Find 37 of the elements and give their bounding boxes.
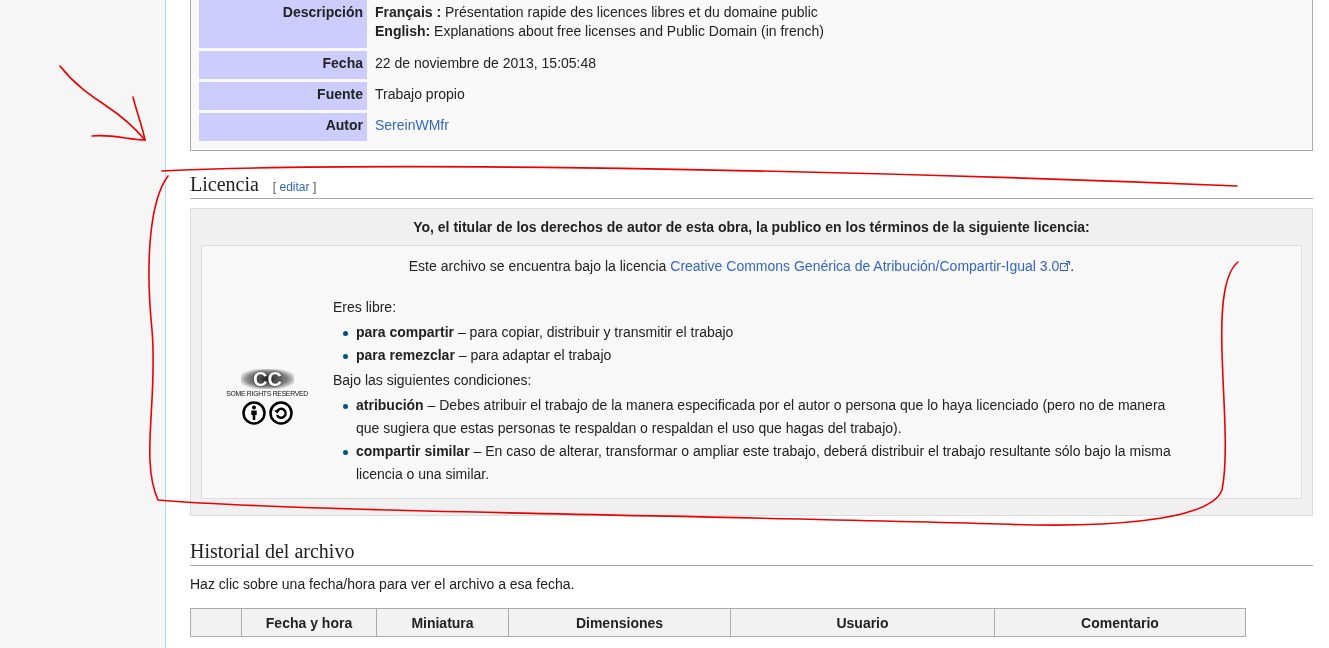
field-value: Trabajo propio [375, 85, 466, 104]
history-hint: Haz clic sobre una fecha/hora para ver el archivo a esa fecha. [190, 576, 576, 592]
conditions-intro: Bajo las siguientes condiciones: [333, 371, 533, 390]
field-value: 22 de noviembre de 2013, 15:05:48 [375, 54, 598, 73]
field-label: Fecha [199, 51, 367, 79]
freedoms-intro: Eres libre: [333, 298, 398, 317]
freedom-item: para remezclar – para adaptar el trabajo [356, 346, 612, 365]
condition-item: compartir similar – En caso de alterar, transformar o ampliar este trabajo, deberá distribuir el trabajo resultante sólo bajo la misma licencia o una similar. [356, 442, 1172, 484]
bullet-icon [343, 450, 348, 455]
table-header-cell: Usuario [730, 608, 995, 637]
section-heading: Historial del archivo [190, 540, 355, 563]
freedom-item: para compartir – para copiar, distribuir y transmitir el trabajo [356, 323, 734, 342]
field-value: English: Explanations about free licenses and Public Domain (in french) [375, 22, 824, 41]
table-header-cell: Comentario [994, 608, 1246, 637]
table-header-cell: Dimensiones [508, 608, 731, 637]
field-label: Fuente [199, 82, 367, 110]
bullet-icon [343, 331, 348, 336]
field-label: Descripción [199, 0, 367, 48]
table-header-cell: Fecha y hora [241, 608, 377, 637]
condition-item: atribución – Debes atribuir el trabajo de la manera especificada por el autor o persona que lo haya licenciado (pero no de manera que sugiera que estas personas te respaldan o respaldan el uso que hagas del trabajo). [356, 396, 1167, 438]
edit-link[interactable]: editar [279, 180, 310, 194]
license-link[interactable]: Creative Commons Genérica de Atribución/Compartir-Igual 3.0 [670, 258, 1071, 274]
section-heading: Licencia [190, 173, 259, 196]
person-circle-icon [242, 401, 266, 425]
table-header-cell: Miniatura [376, 608, 509, 637]
rights-caption: SOME RIGHTS RESERVED [226, 389, 309, 399]
license-statement: Yo, el titular de los derechos de autor de esta obra, la publico en los términos de la siguiente licencia: [412, 219, 1091, 235]
bullet-icon [343, 404, 348, 409]
license-notice: Este archivo se encuentra bajo la licencia Creative Commons Genérica de Atribución/Compartir-Igual 3.0 . [407, 258, 1076, 274]
author-link[interactable]: SereinWMfr [375, 117, 449, 133]
external-link-icon [1060, 261, 1071, 271]
cc-logo-text: CC [241, 369, 294, 389]
field-label: Autor [199, 113, 367, 141]
table-header-cell [190, 608, 242, 637]
field-value: Français : Présentation rapide des licences libres et du domaine public [375, 3, 819, 22]
edit-section: [ editar ] [272, 180, 317, 194]
bullet-icon [343, 354, 348, 359]
